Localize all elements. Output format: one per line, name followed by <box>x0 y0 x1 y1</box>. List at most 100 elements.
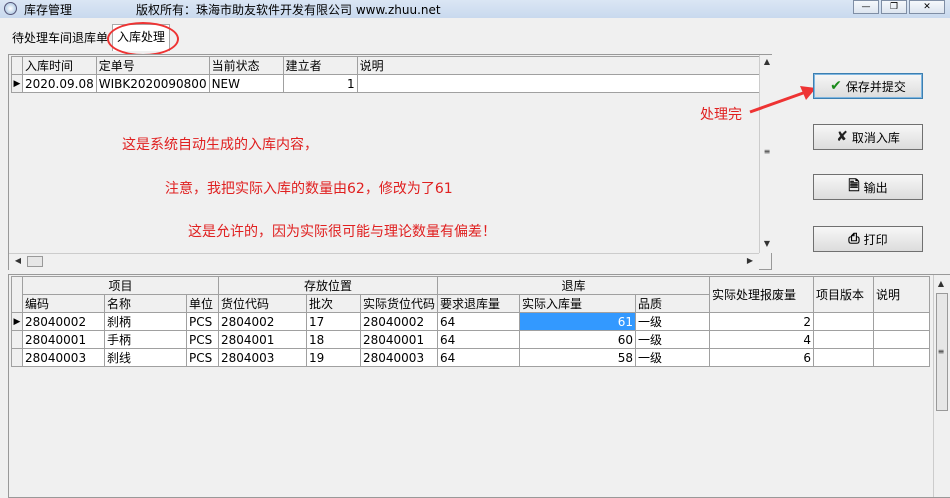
group-header-return: 退库 <box>437 276 711 295</box>
column-header[interactable]: 单位 <box>186 294 219 313</box>
table-row[interactable]: ▶ 28040002 刹柄 PCS 2804002 17 28040002 64… <box>11 312 931 331</box>
cell-scrap[interactable]: 4 <box>709 330 815 349</box>
column-header[interactable]: 定单号 <box>95 56 210 75</box>
cell-scrap[interactable]: 2 <box>709 312 815 331</box>
cell-status[interactable]: NEW <box>208 74 284 93</box>
cell-note[interactable] <box>873 348 931 367</box>
cell-required-qty[interactable]: 64 <box>437 348 521 367</box>
column-header[interactable]: 货位代码 <box>218 294 307 313</box>
save-submit-button[interactable]: ✔ 保存并提交 <box>813 73 923 99</box>
column-header[interactable]: 当前状态 <box>208 56 284 75</box>
cell-actual-qty[interactable]: 60 <box>519 330 637 349</box>
cell-code[interactable]: 28040002 <box>22 312 105 331</box>
title-bar: 库存管理 版权所有：珠海市助友软件开发有限公司 www.zhuu.net — ❐… <box>0 0 950 18</box>
cell-real-location[interactable]: 28040003 <box>359 348 439 367</box>
cell-note[interactable] <box>873 312 931 331</box>
cell-real-location[interactable]: 28040002 <box>359 312 439 331</box>
stock-in-items-grid: 项目 存放位置 退库 实际处理报废量 项目版本 说明 编码 名称 单位 货位代码… <box>8 274 950 498</box>
cell-note[interactable] <box>356 74 770 93</box>
cell-batch[interactable]: 19 <box>306 348 361 367</box>
cell-unit[interactable]: PCS <box>186 312 219 331</box>
column-header[interactable]: 实际货位代码 <box>359 294 439 313</box>
cell-quality[interactable]: 一级 <box>635 348 711 367</box>
column-header-note[interactable]: 说明 <box>873 276 931 313</box>
window-title: 库存管理 <box>24 3 73 17</box>
column-header[interactable]: 品质 <box>635 294 711 313</box>
tab-pending-returns[interactable]: 待处理车间退库单 <box>8 27 112 49</box>
current-row-icon: ▶ <box>11 74 23 93</box>
cell-quality[interactable]: 一级 <box>635 312 711 331</box>
tab-bar: 待处理车间退库单 入库处理 <box>0 18 950 52</box>
export-icon: 🗎 <box>848 178 860 194</box>
horizontal-scrollbar[interactable]: ◀ ▶ <box>9 253 759 270</box>
column-header-scrap[interactable]: 实际处理报废量 <box>709 276 815 313</box>
cell-name[interactable]: 手柄 <box>104 330 187 349</box>
cell-note[interactable] <box>873 330 931 349</box>
cell-version[interactable] <box>813 330 875 349</box>
scroll-up-icon[interactable]: ▲ <box>934 279 948 288</box>
cell-version[interactable] <box>813 348 875 367</box>
annotation-auto-generated: 这是系统自动生成的入库内容， <box>122 137 318 153</box>
column-header-version[interactable]: 项目版本 <box>813 276 875 313</box>
cell-code[interactable]: 28040003 <box>22 348 105 367</box>
table-row[interactable]: 28040003 刹线 PCS 2804003 19 28040003 64 5… <box>11 348 931 367</box>
cell-unit[interactable]: PCS <box>186 348 219 367</box>
export-button[interactable]: 🗎 输出 <box>813 174 923 200</box>
cross-icon: ✘ <box>836 129 848 145</box>
cell-batch[interactable]: 17 <box>306 312 361 331</box>
cell-real-location[interactable]: 28040001 <box>359 330 439 349</box>
cell-unit[interactable]: PCS <box>186 330 219 349</box>
cell-name[interactable]: 刹柄 <box>104 312 187 331</box>
cell-actual-qty[interactable]: 61 <box>519 312 637 331</box>
vertical-scrollbar[interactable]: ▲ ≡ <box>933 275 950 497</box>
table-row[interactable]: 28040001 手柄 PCS 2804001 18 28040001 64 6… <box>11 330 931 349</box>
annotation-done: 处理完 <box>700 107 742 123</box>
cell-location[interactable]: 2804003 <box>218 348 307 367</box>
cell-required-qty[interactable]: 64 <box>437 312 521 331</box>
scroll-left-icon[interactable]: ◀ <box>11 256 25 265</box>
export-label: 输出 <box>863 180 888 195</box>
restore-icon[interactable]: ❐ <box>881 0 907 14</box>
scroll-grip-icon[interactable]: ≡ <box>934 347 948 356</box>
column-header[interactable]: 入库时间 <box>22 56 97 75</box>
scroll-down-icon[interactable]: ▼ <box>760 239 774 248</box>
table-header-row: 入库时间 定单号 当前状态 建立者 说明 <box>11 56 770 75</box>
scroll-right-icon[interactable]: ▶ <box>743 256 757 265</box>
scroll-grip-icon[interactable]: ≡ <box>760 147 774 156</box>
column-header[interactable]: 说明 <box>356 56 770 75</box>
cell-version[interactable] <box>813 312 875 331</box>
cancel-stock-in-button[interactable]: ✘ 取消入库 <box>813 124 923 150</box>
tab-stock-in[interactable]: 入库处理 <box>112 24 171 51</box>
app-icon <box>4 2 17 15</box>
print-button[interactable]: ⎙ 打印 <box>813 226 923 252</box>
group-header-location: 存放位置 <box>217 276 439 295</box>
cell-location[interactable]: 2804002 <box>218 312 307 331</box>
cell-quality[interactable]: 一级 <box>635 330 711 349</box>
column-header[interactable]: 编码 <box>22 294 105 313</box>
column-header[interactable]: 实际入库量 <box>519 294 637 313</box>
cell-scrap[interactable]: 6 <box>709 348 815 367</box>
cell-batch[interactable]: 18 <box>306 330 361 349</box>
table-row[interactable]: ▶ 2020.09.08 WIBK2020090800 NEW 1 <box>11 74 770 93</box>
vertical-scrollbar[interactable]: ▲ ≡ ▼ <box>759 55 774 253</box>
current-row-icon: ▶ <box>11 312 23 331</box>
annotation-allowed: 这是允许的，因为实际很可能与理论数量有偏差！ <box>188 224 496 240</box>
column-header[interactable]: 要求退库量 <box>437 294 521 313</box>
minimize-icon[interactable]: — <box>853 0 879 14</box>
cell-required-qty[interactable]: 64 <box>437 330 521 349</box>
cell-name[interactable]: 刹线 <box>104 348 187 367</box>
cell-date[interactable]: 2020.09.08 <box>22 74 97 93</box>
items-table: 项目 存放位置 退库 实际处理报废量 项目版本 说明 编码 名称 单位 货位代码… <box>11 276 931 367</box>
cell-location[interactable]: 2804001 <box>218 330 307 349</box>
cell-actual-qty[interactable]: 58 <box>519 348 637 367</box>
cell-order-no[interactable]: WIBK2020090800 <box>95 74 210 93</box>
save-submit-label: 保存并提交 <box>845 79 906 94</box>
close-icon[interactable]: ✕ <box>909 0 945 14</box>
scroll-thumb[interactable] <box>27 256 43 267</box>
column-header[interactable]: 批次 <box>306 294 361 313</box>
column-header[interactable]: 建立者 <box>282 56 358 75</box>
column-header[interactable]: 名称 <box>104 294 187 313</box>
cell-code[interactable]: 28040001 <box>22 330 105 349</box>
scroll-up-icon[interactable]: ▲ <box>760 57 774 66</box>
cell-creator[interactable]: 1 <box>282 74 358 93</box>
